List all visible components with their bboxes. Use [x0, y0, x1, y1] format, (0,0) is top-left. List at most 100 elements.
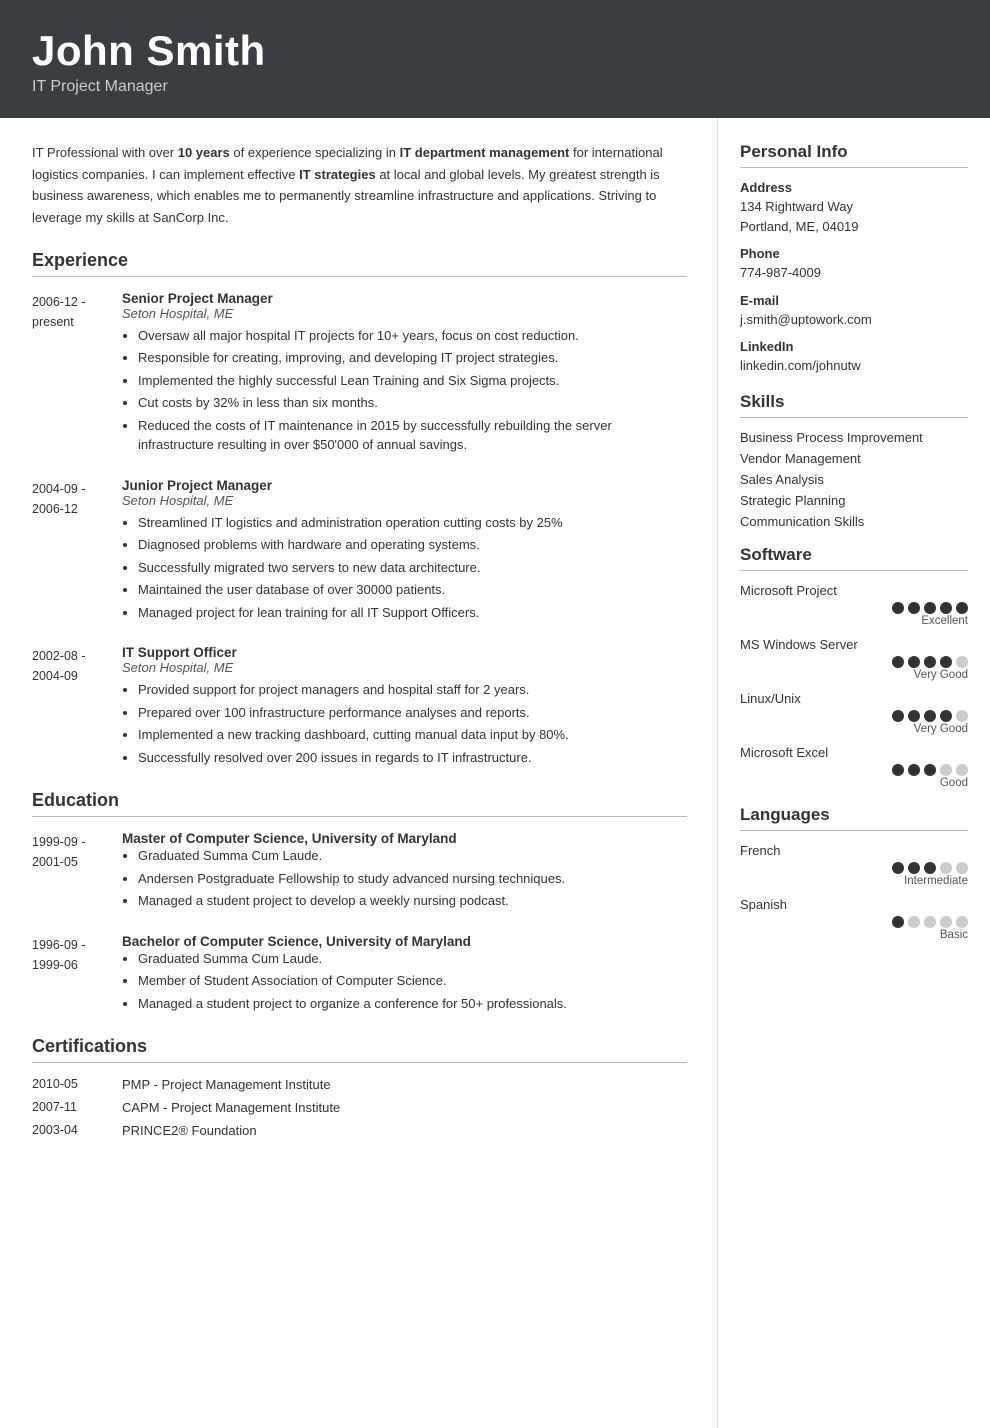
- exp-content-2: Junior Project Manager Seton Hospital, M…: [122, 478, 687, 626]
- resume-header: John Smith IT Project Manager: [0, 0, 990, 118]
- dot: [908, 602, 920, 614]
- skill-item-0: Business Process Improvement: [740, 430, 968, 445]
- cert-item-3: 2003-04 PRINCE2® Foundation: [32, 1123, 687, 1138]
- experience-section: Experience 2006-12 - present Senior Proj…: [32, 250, 687, 771]
- dot: [956, 916, 968, 928]
- software-name-1: MS Windows Server: [740, 637, 968, 652]
- company-3: Seton Hospital, ME: [122, 660, 687, 675]
- dot-label-0: Excellent: [740, 615, 968, 627]
- dot: [940, 764, 952, 776]
- skills-title: Skills: [740, 392, 968, 418]
- education-section: Education 1999-09 - 2001-05 Master of Co…: [32, 790, 687, 1016]
- exp-content-1: Senior Project Manager Seton Hospital, M…: [122, 291, 687, 458]
- software-item-1: MS Windows Server Very Good: [740, 637, 968, 681]
- education-item-2: 1996-09 - 1999-06 Bachelor of Computer S…: [32, 934, 687, 1017]
- cert-name-3: PRINCE2® Foundation: [122, 1123, 257, 1138]
- lang-dots-row-0: [740, 862, 968, 874]
- company-2: Seton Hospital, ME: [122, 493, 687, 508]
- bullet: Implemented the highly successful Lean T…: [138, 371, 687, 391]
- cert-item-2: 2007-11 CAPM - Project Management Instit…: [32, 1100, 687, 1115]
- education-title: Education: [32, 790, 687, 817]
- dots-row-1: [740, 656, 968, 668]
- dots-row-3: [740, 764, 968, 776]
- edu-content-1: Master of Computer Science, University o…: [122, 831, 687, 914]
- software-item-3: Microsoft Excel Good: [740, 745, 968, 789]
- personal-info-email: E-mail j.smith@uptowork.com: [740, 293, 968, 330]
- bullet: Reduced the costs of IT maintenance in 2…: [138, 416, 687, 455]
- bullet: Oversaw all major hospital IT projects f…: [138, 326, 687, 346]
- skill-item-2: Sales Analysis: [740, 472, 968, 487]
- dot: [908, 656, 920, 668]
- dot: [924, 916, 936, 928]
- personal-info-title: Personal Info: [740, 142, 968, 168]
- edu-dates-1: 1999-09 - 2001-05: [32, 831, 122, 914]
- dot: [924, 710, 936, 722]
- dots-row-2: [740, 710, 968, 722]
- job-title-1: Senior Project Manager: [122, 291, 687, 306]
- dot-label-3: Good: [740, 777, 968, 789]
- software-name-2: Linux/Unix: [740, 691, 968, 706]
- bullet: Successfully resolved over 200 issues in…: [138, 748, 687, 768]
- skill-item-3: Strategic Planning: [740, 493, 968, 508]
- bullet: Successfully migrated two servers to new…: [138, 558, 687, 578]
- dot: [892, 764, 904, 776]
- job-title-2: Junior Project Manager: [122, 478, 687, 493]
- experience-title: Experience: [32, 250, 687, 277]
- company-1: Seton Hospital, ME: [122, 306, 687, 321]
- dot: [908, 764, 920, 776]
- summary-text: IT Professional with over 10 years of ex…: [32, 142, 687, 228]
- dot: [956, 862, 968, 874]
- bullet: Maintained the user database of over 300…: [138, 580, 687, 600]
- dot: [924, 764, 936, 776]
- language-item-1: Spanish Basic: [740, 897, 968, 941]
- dot: [892, 862, 904, 874]
- dot-label-1: Very Good: [740, 669, 968, 681]
- candidate-name: John Smith: [32, 28, 958, 74]
- bullet: Provided support for project managers an…: [138, 680, 687, 700]
- bullet: Graduated Summa Cum Laude.: [138, 949, 687, 969]
- bullet: Cut costs by 32% in less than six months…: [138, 393, 687, 413]
- bullet: Graduated Summa Cum Laude.: [138, 846, 687, 866]
- job-bullets-2: Streamlined IT logistics and administrat…: [122, 513, 687, 623]
- cert-name-2: CAPM - Project Management Institute: [122, 1100, 340, 1115]
- lang-label-1: Basic: [740, 929, 968, 941]
- dot: [924, 656, 936, 668]
- cert-date-1: 2010-05: [32, 1077, 122, 1092]
- bullet: Prepared over 100 infrastructure perform…: [138, 703, 687, 723]
- dot: [940, 710, 952, 722]
- edu-bullets-1: Graduated Summa Cum Laude. Andersen Post…: [122, 846, 687, 911]
- software-item-0: Microsoft Project Excellent: [740, 583, 968, 627]
- dot: [940, 656, 952, 668]
- bullet: Diagnosed problems with hardware and ope…: [138, 535, 687, 555]
- job-bullets-1: Oversaw all major hospital IT projects f…: [122, 326, 687, 455]
- language-name-1: Spanish: [740, 897, 968, 912]
- bullet: Managed a student project to develop a w…: [138, 891, 687, 911]
- bullet: Andersen Postgraduate Fellowship to stud…: [138, 869, 687, 889]
- dot: [892, 916, 904, 928]
- certifications-section: Certifications 2010-05 PMP - Project Man…: [32, 1036, 687, 1138]
- software-name-0: Microsoft Project: [740, 583, 968, 598]
- dot: [956, 764, 968, 776]
- bullet: Managed project for lean training for al…: [138, 603, 687, 623]
- language-name-0: French: [740, 843, 968, 858]
- main-layout: IT Professional with over 10 years of ex…: [0, 118, 990, 1428]
- experience-item-2: 2004-09 - 2006-12 Junior Project Manager…: [32, 478, 687, 626]
- job-bullets-3: Provided support for project managers an…: [122, 680, 687, 767]
- edu-dates-2: 1996-09 - 1999-06: [32, 934, 122, 1017]
- bullet: Responsible for creating, improving, and…: [138, 348, 687, 368]
- left-column: IT Professional with over 10 years of ex…: [0, 118, 718, 1428]
- dot: [892, 656, 904, 668]
- education-item-1: 1999-09 - 2001-05 Master of Computer Sci…: [32, 831, 687, 914]
- right-column: Personal Info Address 134 Rightward WayP…: [718, 118, 990, 1428]
- degree-1: Master of Computer Science, University o…: [122, 831, 687, 846]
- dot: [940, 862, 952, 874]
- cert-date-2: 2007-11: [32, 1100, 122, 1115]
- dot: [924, 862, 936, 874]
- personal-info-linkedin: LinkedIn linkedin.com/johnutw: [740, 339, 968, 376]
- language-item-0: French Intermediate: [740, 843, 968, 887]
- lang-dots-row-1: [740, 916, 968, 928]
- skill-item-4: Communication Skills: [740, 514, 968, 529]
- edu-content-2: Bachelor of Computer Science, University…: [122, 934, 687, 1017]
- dot: [892, 710, 904, 722]
- bullet: Managed a student project to organize a …: [138, 994, 687, 1014]
